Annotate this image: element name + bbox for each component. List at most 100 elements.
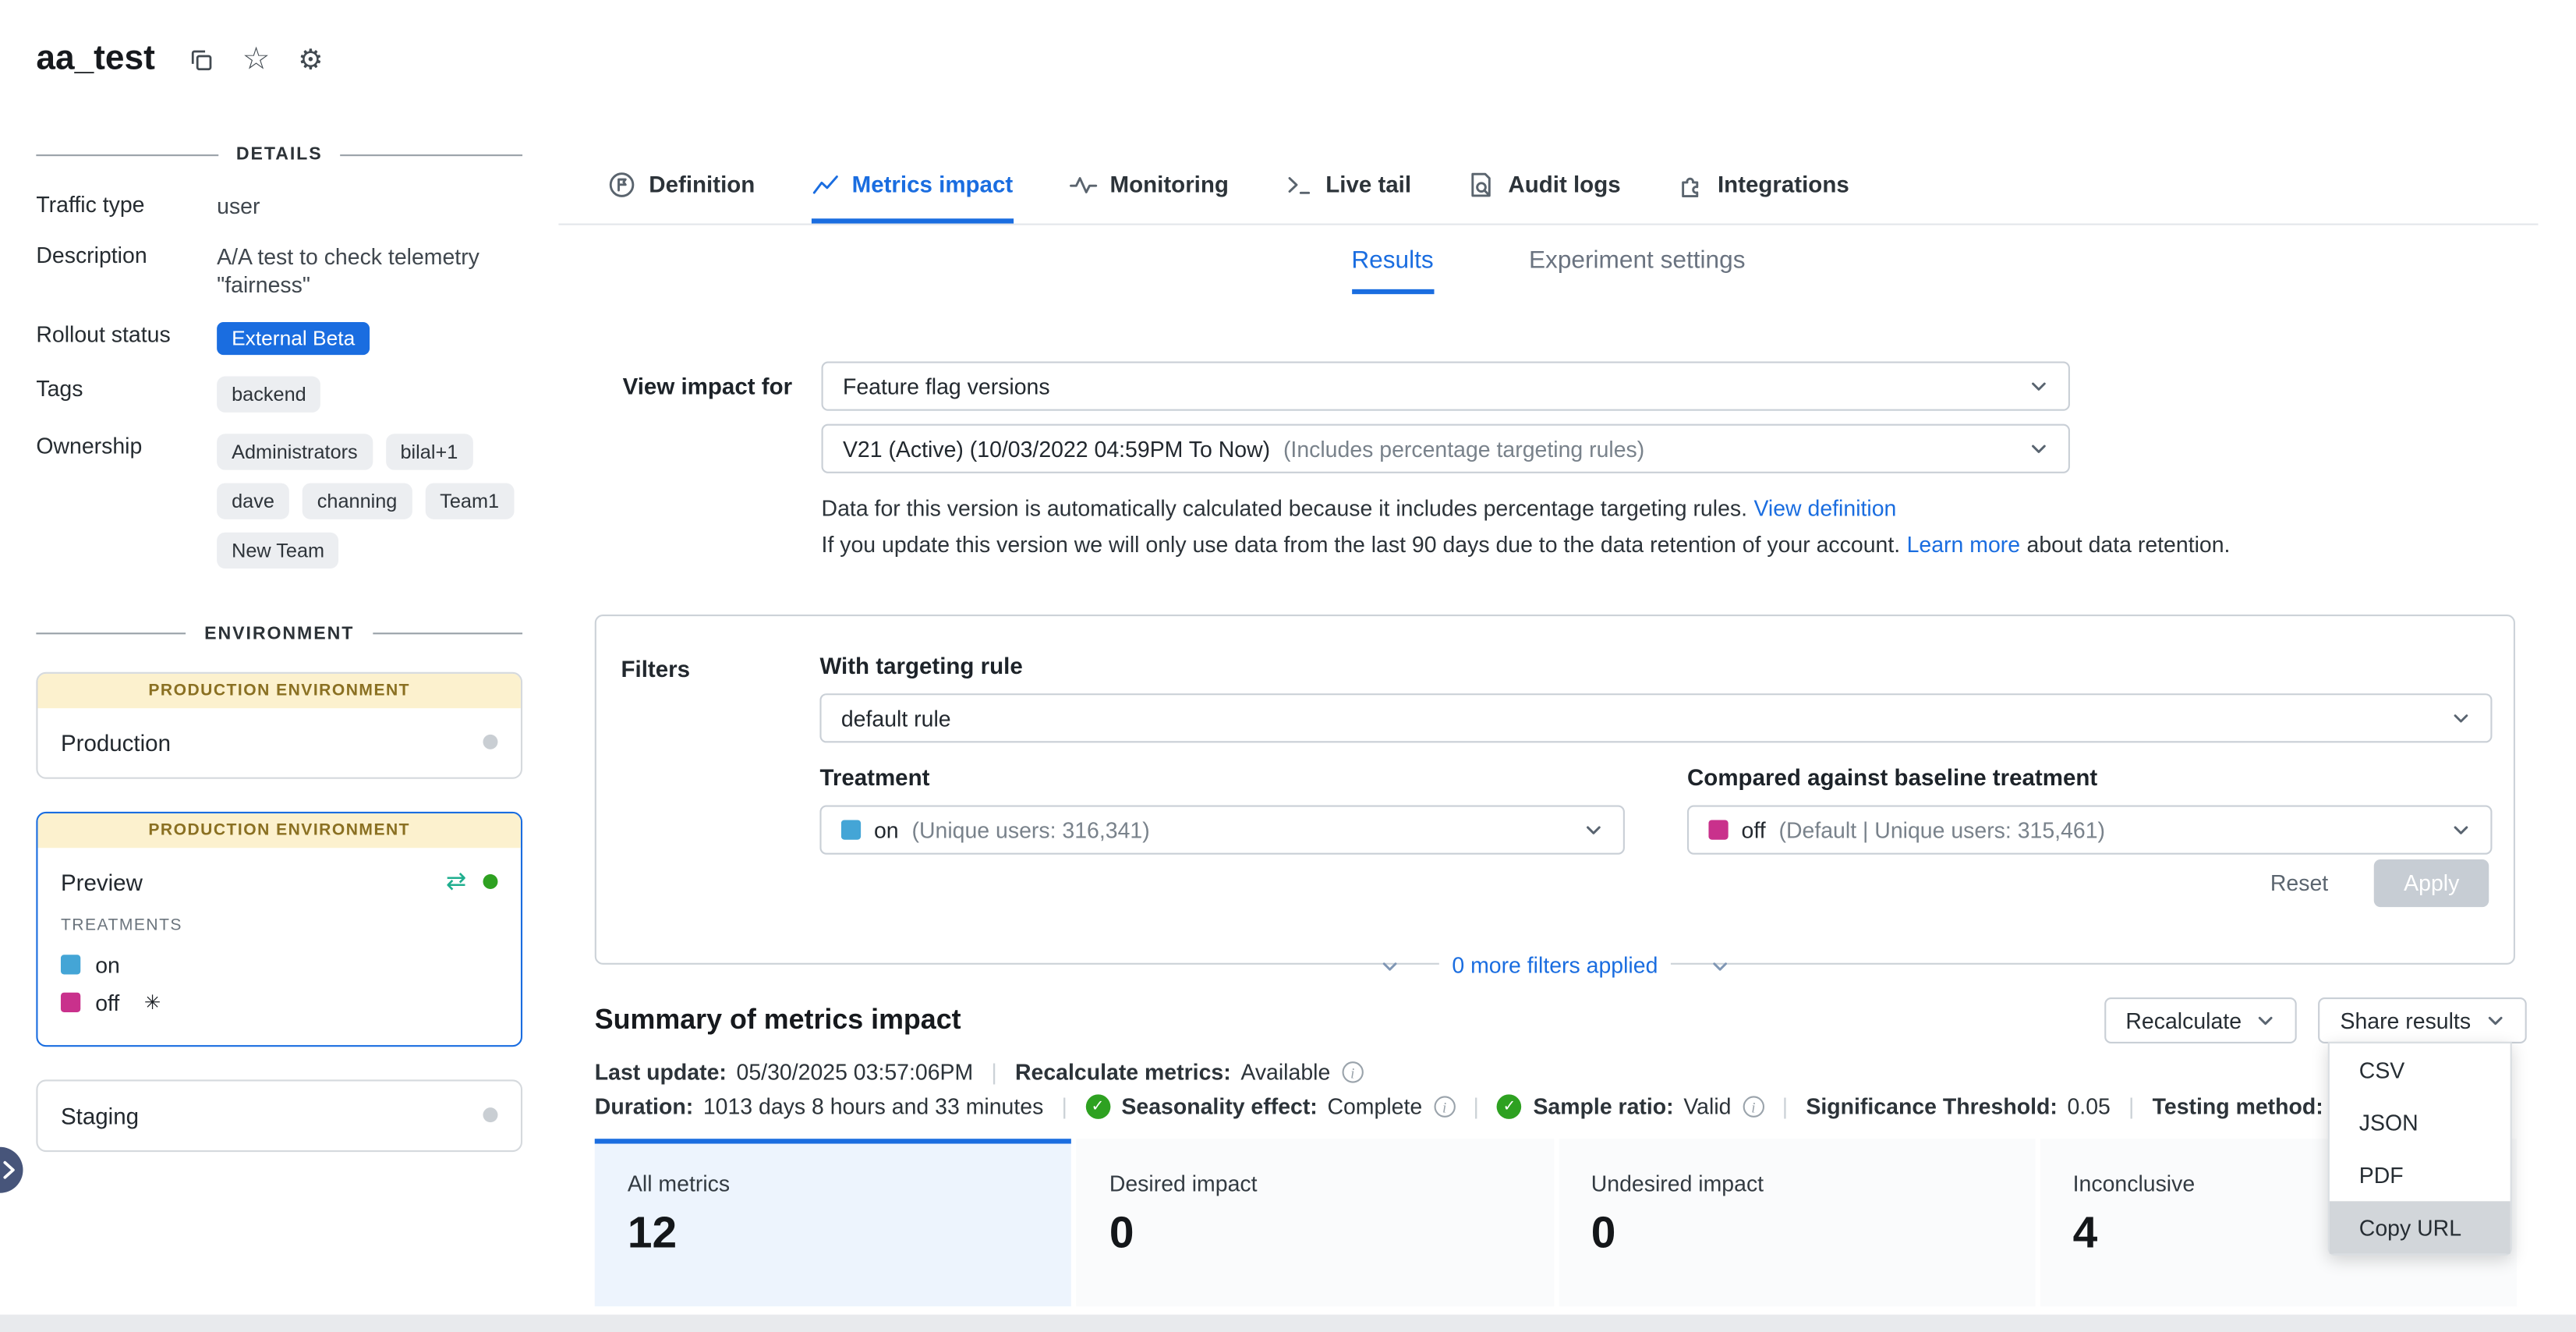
owner-pill[interactable]: Team1 bbox=[425, 483, 514, 519]
share-results-button[interactable]: Share results bbox=[2319, 997, 2527, 1043]
tab-live-tail[interactable]: Live tail bbox=[1285, 144, 1412, 223]
check-circle-icon bbox=[1497, 1094, 1522, 1119]
summary-header: Summary of metrics impact Recalculate Sh… bbox=[595, 997, 2527, 1043]
chevron-down-icon bbox=[2486, 1011, 2505, 1030]
summary-title: Summary of metrics impact bbox=[595, 1004, 961, 1036]
apply-button[interactable]: Apply bbox=[2374, 859, 2489, 907]
card-all-metrics[interactable]: All metrics 12 bbox=[595, 1139, 1072, 1306]
menu-item-pdf[interactable]: PDF bbox=[2330, 1149, 2511, 1201]
traffic-type-label: Traffic type bbox=[36, 193, 207, 221]
treatment-off-row: off ✳ bbox=[61, 983, 497, 1021]
chevron-down-icon bbox=[1380, 955, 1399, 975]
version-note-2: If you update this version we will only … bbox=[822, 533, 2399, 558]
copy-icon[interactable] bbox=[189, 47, 214, 72]
chevron-right-icon bbox=[2, 1160, 16, 1180]
subtab-experiment-settings[interactable]: Experiment settings bbox=[1529, 246, 1746, 289]
recalculate-metrics-label: Recalculate metrics: bbox=[1015, 1060, 1231, 1085]
info-icon[interactable] bbox=[1342, 1061, 1363, 1082]
page-title: aa_test bbox=[36, 40, 155, 80]
treatment-off-name: off bbox=[95, 990, 119, 1015]
owner-pill[interactable]: Administrators bbox=[217, 434, 373, 469]
treatments-block: TREATMENTS on off ✳ bbox=[37, 916, 520, 1044]
menu-item-copy-url[interactable]: Copy URL bbox=[2330, 1201, 2511, 1253]
check-circle-icon bbox=[1085, 1094, 1110, 1119]
treatment-off-color-swatch bbox=[1708, 820, 1728, 839]
production-environment-header: PRODUCTION ENVIRONMENT bbox=[37, 673, 520, 707]
tab-integrations[interactable]: Integrations bbox=[1676, 144, 1849, 223]
last-update-value: 05/30/2025 03:57:06PM bbox=[737, 1060, 974, 1085]
description-value: A/A test to check telemetry "fairness" bbox=[217, 243, 522, 300]
learn-more-link[interactable]: Learn more bbox=[1907, 533, 2020, 558]
subtab-results[interactable]: Results bbox=[1351, 246, 1433, 294]
owner-pill[interactable]: bilal+1 bbox=[386, 434, 473, 469]
baseline-treatment-select[interactable]: off (Default | Unique users: 315,461) bbox=[1687, 805, 2492, 854]
view-definition-link[interactable]: View definition bbox=[1753, 496, 1896, 521]
chevron-down-icon bbox=[2451, 820, 2471, 839]
gear-icon[interactable]: ⚙ bbox=[298, 45, 323, 73]
sidebar: DETAILS Traffic type user Description A/… bbox=[36, 144, 522, 1184]
star-icon[interactable]: ☆ bbox=[242, 44, 271, 75]
treatment-select[interactable]: on (Unique users: 316,341) bbox=[819, 805, 1624, 854]
chevron-down-icon bbox=[1711, 955, 1730, 975]
chevron-down-icon bbox=[2029, 439, 2048, 459]
bottom-divider bbox=[0, 1315, 2576, 1332]
owner-pill[interactable]: New Team bbox=[217, 532, 339, 568]
view-impact-section: View impact for Feature flag versions V2… bbox=[558, 362, 2538, 569]
tags-list: backend bbox=[217, 376, 522, 412]
environment-name: Preview bbox=[61, 869, 143, 895]
more-filters-link[interactable]: 0 more filters applied bbox=[1438, 953, 1671, 978]
summary-info-line-1: Last update: 05/30/2025 03:57:06PM | Rec… bbox=[595, 1060, 2539, 1085]
treatment-on-row: on bbox=[61, 946, 497, 983]
owner-pill[interactable]: channing bbox=[303, 483, 412, 519]
tag-pill[interactable]: backend bbox=[217, 376, 321, 412]
environment-card-staging[interactable]: Staging bbox=[36, 1079, 522, 1152]
version-select[interactable]: V21 (Active) (10/03/2022 04:59PM To Now)… bbox=[822, 424, 2070, 473]
targeting-rule-select[interactable]: default rule bbox=[819, 693, 2492, 742]
audit-log-icon bbox=[1467, 170, 1495, 198]
sample-ratio-label: Sample ratio: bbox=[1533, 1094, 1673, 1119]
version-type-select[interactable]: Feature flag versions bbox=[822, 362, 2070, 411]
card-desired-impact[interactable]: Desired impact 0 bbox=[1077, 1139, 1554, 1306]
environment-section-title: ENVIRONMENT bbox=[36, 624, 522, 643]
recalculate-button[interactable]: Recalculate bbox=[2104, 997, 2298, 1043]
ownership-label: Ownership bbox=[36, 434, 207, 569]
significance-threshold-label: Significance Threshold: bbox=[1806, 1094, 2057, 1119]
tab-monitoring[interactable]: Monitoring bbox=[1069, 144, 1229, 223]
page-header: aa_test ☆ ⚙ bbox=[36, 40, 323, 80]
info-icon[interactable] bbox=[1743, 1096, 1764, 1117]
pulse-icon bbox=[1069, 170, 1097, 198]
puzzle-icon bbox=[1676, 170, 1704, 198]
version-value: V21 (Active) (10/03/2022 04:59PM To Now) bbox=[843, 436, 1270, 461]
environment-card-preview[interactable]: PRODUCTION ENVIRONMENT Preview ⇄ TREATME… bbox=[36, 811, 522, 1046]
filters-title: Filters bbox=[621, 656, 690, 682]
environment-section: ENVIRONMENT PRODUCTION ENVIRONMENT Produ… bbox=[36, 624, 522, 1151]
info-icon[interactable] bbox=[1434, 1096, 1455, 1117]
version-note: (Includes percentage targeting rules) bbox=[1283, 436, 1644, 461]
tab-bar: Definition Metrics impact Monitoring Liv… bbox=[558, 144, 2538, 225]
definition-icon bbox=[608, 170, 636, 198]
tags-label: Tags bbox=[36, 376, 207, 412]
tab-definition[interactable]: Definition bbox=[608, 144, 755, 223]
production-environment-header: PRODUCTION ENVIRONMENT bbox=[37, 813, 520, 847]
owner-pill[interactable]: dave bbox=[217, 483, 289, 519]
details-fields: Traffic type user Description A/A test t… bbox=[36, 193, 522, 569]
tab-metrics-impact[interactable]: Metrics impact bbox=[811, 144, 1013, 223]
version-note-1: Data for this version is automatically c… bbox=[822, 496, 2399, 521]
status-dot-icon bbox=[483, 735, 497, 749]
sidebar-expand-handle[interactable] bbox=[0, 1147, 23, 1193]
card-undesired-impact[interactable]: Undesired impact 0 bbox=[1559, 1139, 2036, 1306]
targeting-rule-label: With targeting rule bbox=[819, 653, 2492, 679]
app-window: aa_test ☆ ⚙ DETAILS Traffic type user De… bbox=[0, 0, 2576, 1332]
menu-item-json[interactable]: JSON bbox=[2330, 1096, 2511, 1148]
seasonality-label: Seasonality effect: bbox=[1121, 1094, 1317, 1119]
environment-card-production[interactable]: PRODUCTION ENVIRONMENT Production bbox=[36, 671, 522, 778]
seasonality-value: Complete bbox=[1327, 1094, 1422, 1119]
sample-ratio-value: Valid bbox=[1683, 1094, 1731, 1119]
tab-audit-logs[interactable]: Audit logs bbox=[1467, 144, 1621, 223]
menu-item-csv[interactable]: CSV bbox=[2330, 1043, 2511, 1096]
filters-panel: Filters With targeting rule default rule… bbox=[595, 615, 2515, 965]
view-impact-label: View impact for bbox=[623, 362, 822, 569]
recalculate-metrics-value: Available bbox=[1240, 1060, 1330, 1085]
treatment-off-color-swatch bbox=[61, 993, 80, 1012]
reset-button[interactable]: Reset bbox=[2270, 871, 2328, 896]
